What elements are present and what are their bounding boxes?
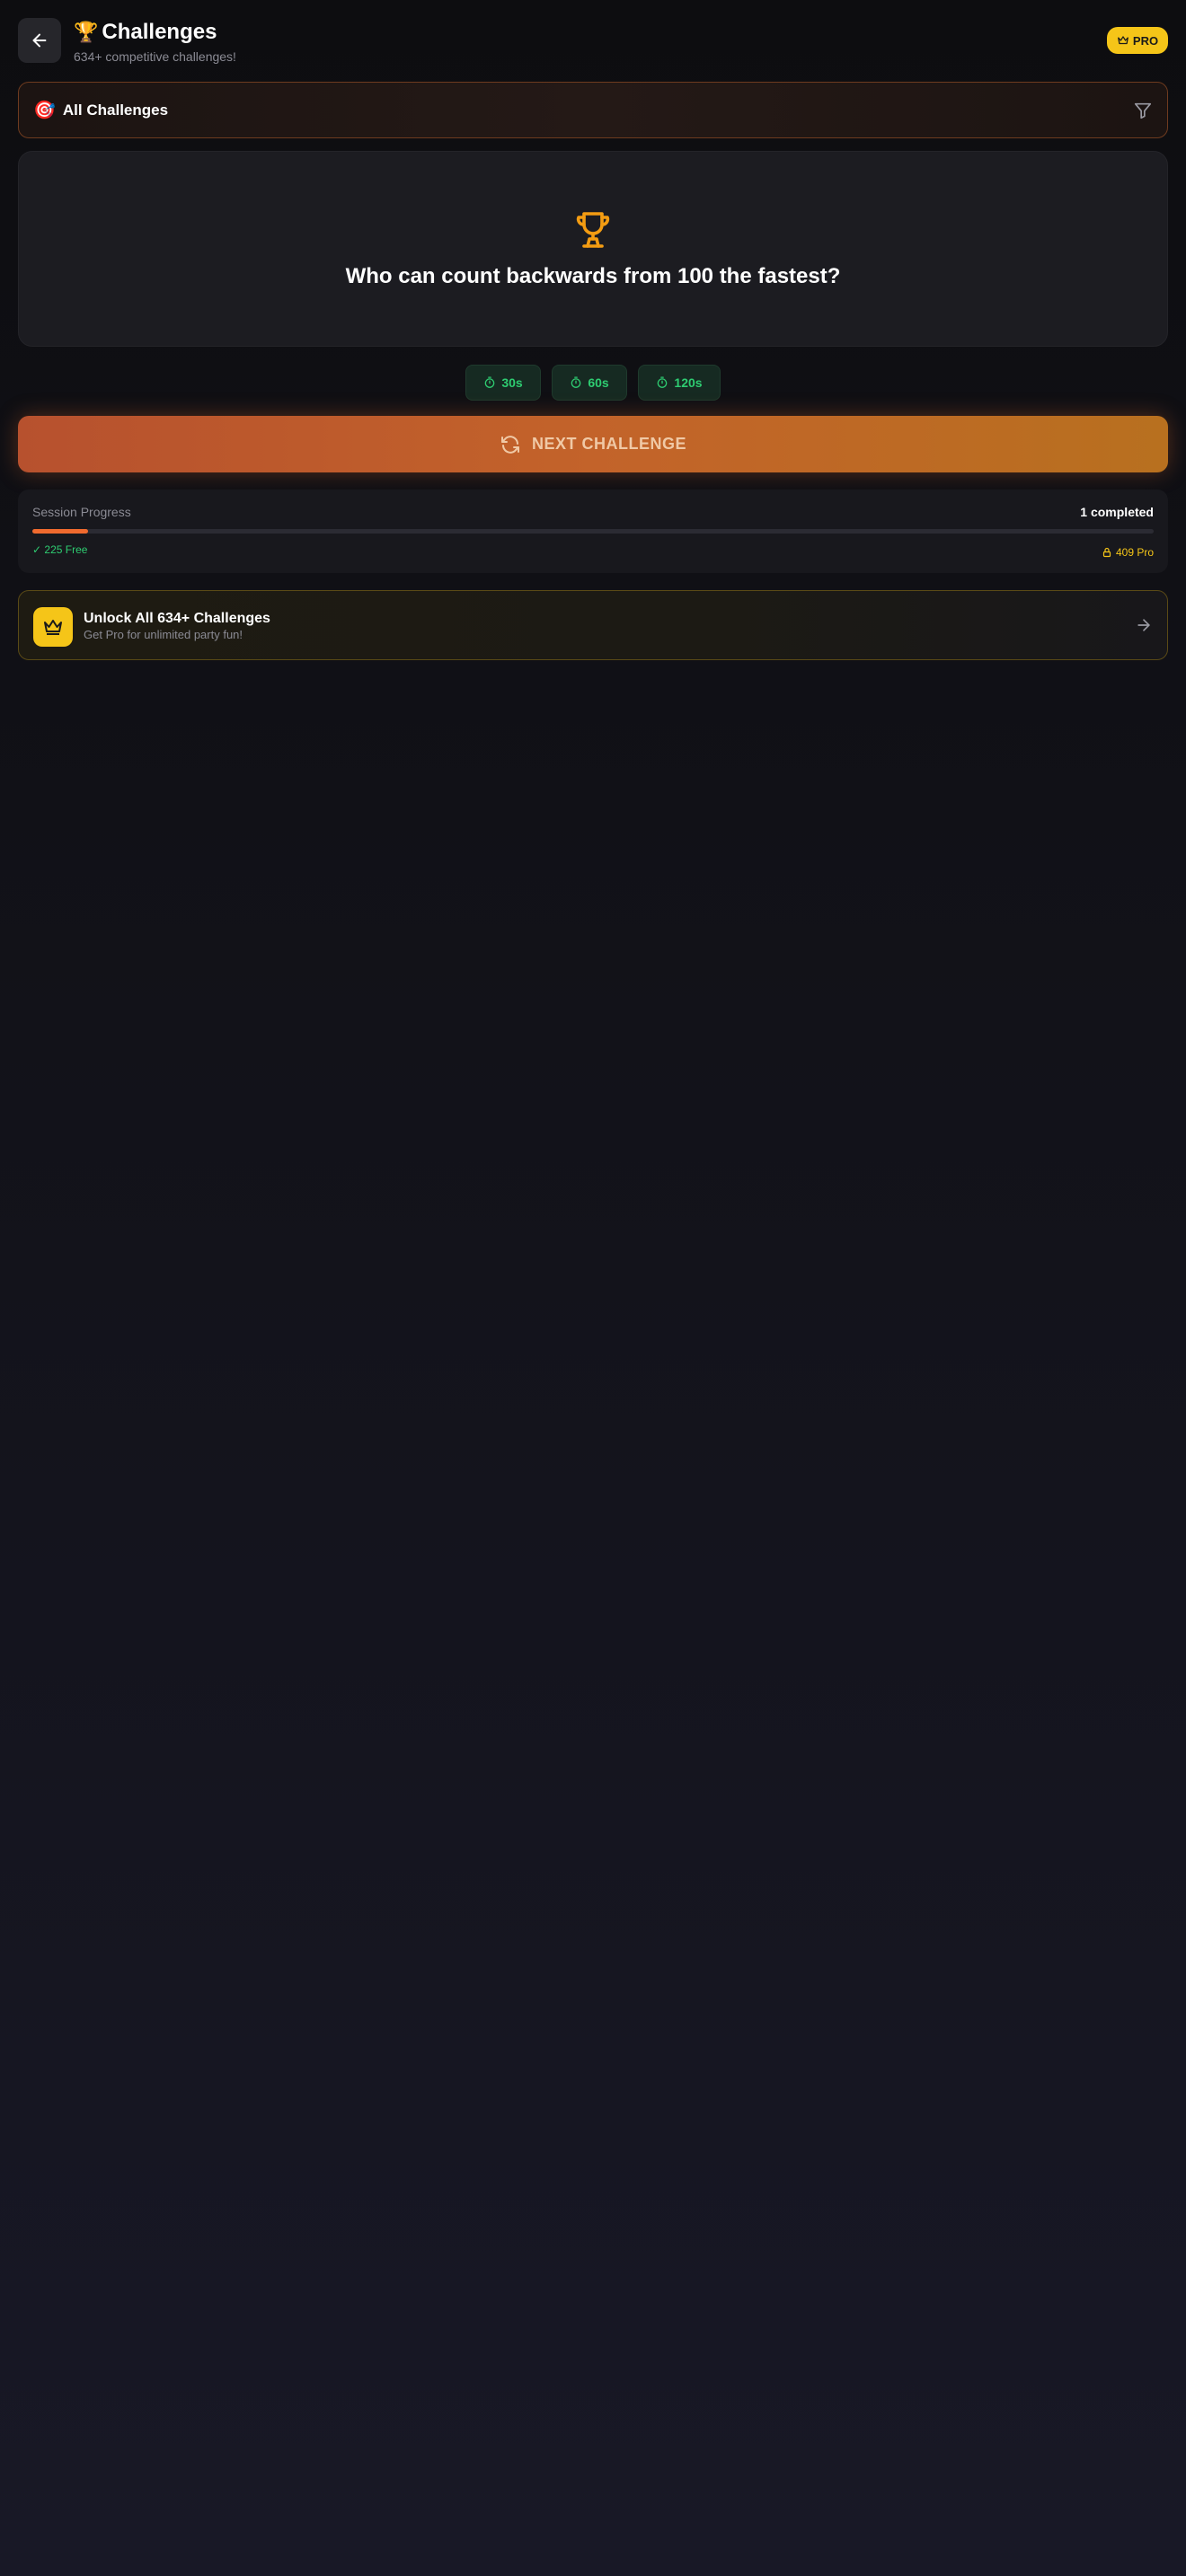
crown-badge bbox=[33, 607, 73, 647]
challenge-question: Who can count backwards from 100 the fas… bbox=[345, 264, 841, 288]
pro-badge-button[interactable]: PRO bbox=[1107, 27, 1168, 54]
timer-label: 30s bbox=[501, 375, 523, 390]
timer-30s-button[interactable]: 30s bbox=[465, 365, 541, 401]
progress-bar-fill bbox=[32, 529, 89, 534]
timer-120s-button[interactable]: 120s bbox=[638, 365, 721, 401]
completed-count: 1 completed bbox=[1080, 505, 1154, 519]
timer-icon bbox=[485, 376, 495, 388]
header: 🏆 Challenges 634+ competitive challenges… bbox=[18, 18, 1168, 65]
challenge-card: Who can count backwards from 100 the fas… bbox=[18, 151, 1168, 347]
trophy-emoji-icon: 🏆 bbox=[74, 21, 99, 43]
page-title-text: Challenges bbox=[102, 20, 217, 44]
crown-icon bbox=[1118, 36, 1128, 45]
timer-icon bbox=[571, 376, 581, 388]
back-button[interactable] bbox=[18, 18, 61, 63]
title-block: 🏆 Challenges 634+ competitive challenges… bbox=[74, 18, 236, 65]
lock-icon bbox=[1102, 547, 1111, 558]
next-challenge-button[interactable]: NEXT CHALLENGE bbox=[18, 416, 1168, 472]
trophy-icon bbox=[576, 212, 610, 248]
next-challenge-label: NEXT CHALLENGE bbox=[531, 435, 686, 453]
page-title: 🏆 Challenges bbox=[74, 18, 236, 47]
timer-label: 60s bbox=[588, 375, 609, 390]
category-filter-label: All Challenges bbox=[62, 101, 169, 119]
crown-icon bbox=[44, 620, 62, 635]
filter-icon[interactable] bbox=[1133, 101, 1153, 120]
progress-bar bbox=[32, 529, 1154, 534]
free-count: ✓ 225 Free bbox=[32, 543, 88, 556]
refresh-icon bbox=[500, 435, 519, 454]
arrow-left-icon bbox=[32, 33, 47, 48]
pro-count: 409 Pro bbox=[1102, 546, 1154, 559]
session-progress-card: Session Progress 1 completed ✓ 225 Free … bbox=[18, 490, 1168, 573]
arrow-right-icon bbox=[1137, 619, 1150, 631]
category-filter[interactable]: 🎯 All Challenges bbox=[18, 82, 1168, 138]
timer-options: 30s 60s 120s bbox=[0, 365, 1186, 401]
unlock-title: Unlock All 634+ Challenges bbox=[84, 611, 270, 626]
timer-icon bbox=[658, 376, 668, 388]
timer-label: 120s bbox=[674, 375, 703, 390]
page-subtitle: 634+ competitive challenges! bbox=[74, 49, 236, 64]
pro-count-label: 409 Pro bbox=[1115, 546, 1154, 559]
target-emoji-icon: 🎯 bbox=[33, 101, 56, 120]
session-progress-label: Session Progress bbox=[32, 505, 131, 519]
timer-60s-button[interactable]: 60s bbox=[552, 365, 627, 401]
unlock-pro-card[interactable]: Unlock All 634+ Challenges Get Pro for u… bbox=[18, 590, 1168, 660]
unlock-subtitle: Get Pro for unlimited party fun! bbox=[84, 628, 243, 641]
pro-badge-label: PRO bbox=[1132, 33, 1159, 48]
